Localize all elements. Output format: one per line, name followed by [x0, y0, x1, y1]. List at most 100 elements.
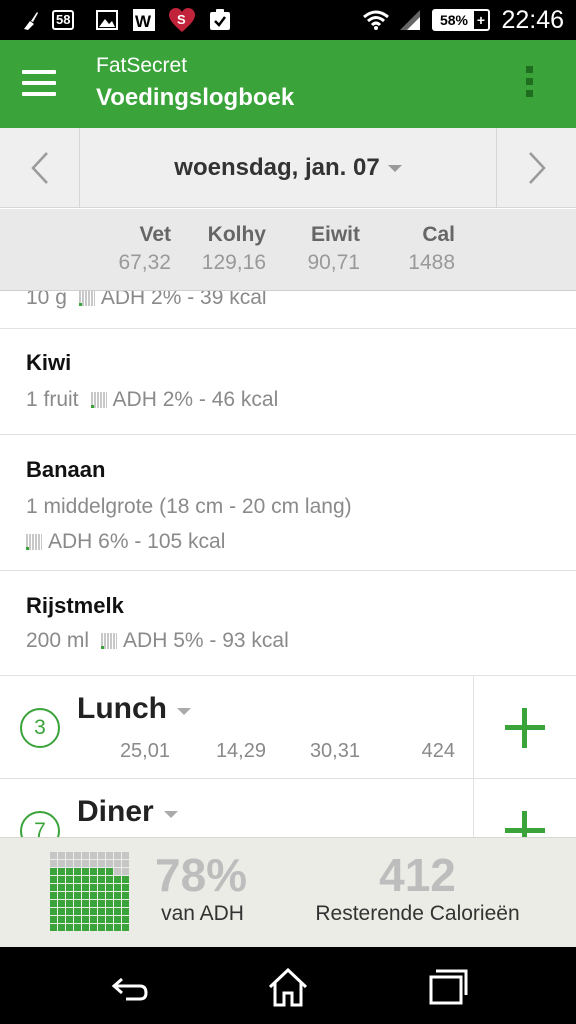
adh-grid-cell — [106, 924, 113, 931]
daily-summary-bar: 78% van ADH 412 Resterende Calorieën — [0, 837, 576, 947]
adh-grid-cell — [98, 900, 105, 907]
adh-grid-cell — [66, 868, 73, 875]
home-icon[interactable] — [266, 965, 310, 1009]
adh-grid-cell — [66, 860, 73, 867]
adh-grid-cell — [90, 860, 97, 867]
chevron-right-icon — [528, 152, 546, 184]
food-item[interactable]: Banaan 1 middelgrote (18 cm - 20 cm lang… — [0, 435, 576, 571]
food-quantity: 1 middelgrote (18 cm - 20 cm lang) — [26, 495, 352, 518]
broom-icon — [20, 8, 42, 32]
adh-grid-cell — [50, 900, 57, 907]
date-navigation: woensdag, jan. 07 — [0, 128, 576, 208]
adh-grid-cell — [122, 876, 129, 883]
adh-grid-cell — [66, 852, 73, 859]
meal-number-badge: 3 — [20, 708, 60, 748]
adh-grid-cell — [90, 924, 97, 931]
adh-grid-cell — [98, 852, 105, 859]
date-selector[interactable]: woensdag, jan. 07 — [80, 128, 496, 208]
meal-carbs: 14,29 — [215, 740, 266, 762]
adh-grid-cell — [122, 900, 129, 907]
adh-grid-cell — [114, 908, 121, 915]
caret-down-icon — [163, 810, 178, 818]
adh-grid-cell — [114, 884, 121, 891]
add-food-button[interactable] — [473, 779, 576, 837]
food-quantity: 1 fruit — [26, 388, 79, 411]
adh-grid-cell — [66, 884, 73, 891]
adh-grid-cell — [82, 868, 89, 875]
adh-grid-cell — [66, 876, 73, 883]
adh-grid-cell — [74, 900, 81, 907]
adh-grid-cell — [90, 900, 97, 907]
adh-grid-cell — [106, 884, 113, 891]
adh-grid-cell — [58, 852, 65, 859]
food-log-list[interactable]: 10 g ADH 2% - 39 kcal Kiwi 1 fruit ADH 2… — [0, 291, 576, 837]
heart-app-icon: S — [168, 8, 196, 32]
adh-grid-cell — [82, 924, 89, 931]
menu-icon[interactable] — [22, 70, 56, 96]
adh-grid-cell — [122, 860, 129, 867]
adh-grid-cell — [98, 884, 105, 891]
adh-grid-cell — [82, 860, 89, 867]
meal-protein: 30,31 — [309, 740, 360, 762]
svg-text:S: S — [177, 12, 186, 27]
add-food-button[interactable] — [473, 676, 576, 779]
total-calories: Cal 1488 — [408, 223, 455, 274]
adh-grid-cell — [106, 916, 113, 923]
adh-grid-cell — [90, 876, 97, 883]
adh-grid-icon — [101, 633, 118, 649]
adh-grid-cell — [74, 860, 81, 867]
clipboard-check-icon — [208, 8, 232, 32]
adh-grid-cell — [50, 892, 57, 899]
next-day-button[interactable] — [496, 128, 576, 208]
food-adh: ADH 2% - 46 kcal — [112, 388, 279, 411]
adh-grid-cell — [114, 876, 121, 883]
system-navigation-bar — [0, 947, 576, 1024]
recent-apps-icon[interactable] — [426, 965, 470, 1009]
adh-grid-cell — [90, 852, 97, 859]
remaining-calories-label: Resterende Calorieën — [315, 902, 520, 925]
daily-totals: Vet 67,32 Kolhy 129,16 Eiwit 90,71 Cal 1… — [0, 209, 576, 291]
date-text: woensdag, jan. 07 — [174, 154, 380, 181]
adh-grid-cell — [106, 908, 113, 915]
adh-grid-cell — [82, 884, 89, 891]
adh-grid-cell — [90, 884, 97, 891]
adh-grid-cell — [58, 900, 65, 907]
adh-grid-cell — [114, 860, 121, 867]
meal-section-diner[interactable]: 7 Diner — [0, 779, 576, 837]
food-adh: ADH 5% - 93 kcal — [123, 629, 289, 652]
food-item[interactable]: Rijstmelk 200 ml ADH 5% - 93 kcal — [0, 571, 576, 676]
adh-grid-cell — [106, 876, 113, 883]
adh-grid-cell — [122, 852, 129, 859]
meal-section-lunch[interactable]: 3 Lunch 25,01 14,29 30,31 424 — [0, 676, 576, 779]
adh-grid-cell — [82, 916, 89, 923]
adh-grid-cell — [114, 900, 121, 907]
chevron-left-icon — [30, 152, 48, 184]
adh-grid-cell — [74, 868, 81, 875]
adh-grid-cell — [90, 916, 97, 923]
adh-grid-cell — [58, 908, 65, 915]
page-title: Voedingslogboek — [96, 84, 295, 111]
meal-name[interactable]: Diner — [77, 795, 178, 829]
total-fat: Vet 67,32 — [118, 223, 171, 274]
food-quantity: 10 g — [26, 291, 67, 309]
back-icon[interactable] — [108, 965, 152, 1009]
meal-name[interactable]: Lunch — [77, 692, 191, 726]
adh-grid-cell — [122, 892, 129, 899]
adh-grid-cell — [82, 852, 89, 859]
adh-grid-cell — [106, 860, 113, 867]
adh-grid-cell — [66, 900, 73, 907]
adh-grid-cell — [82, 876, 89, 883]
previous-day-button[interactable] — [0, 128, 80, 208]
adh-grid-cell — [66, 892, 73, 899]
adh-grid-cell — [58, 876, 65, 883]
overflow-menu-icon[interactable] — [522, 66, 536, 102]
food-item[interactable]: 10 g ADH 2% - 39 kcal — [0, 291, 576, 329]
adh-grid-cell — [98, 876, 105, 883]
adh-grid-cell — [50, 876, 57, 883]
notification-count-icon: 58 — [52, 8, 75, 32]
app-name: FatSecret — [96, 54, 188, 77]
adh-grid-cell — [50, 860, 57, 867]
adh-grid-cell — [98, 868, 105, 875]
remaining-calories: 412 — [379, 849, 456, 901]
food-item[interactable]: Kiwi 1 fruit ADH 2% - 46 kcal — [0, 329, 576, 435]
